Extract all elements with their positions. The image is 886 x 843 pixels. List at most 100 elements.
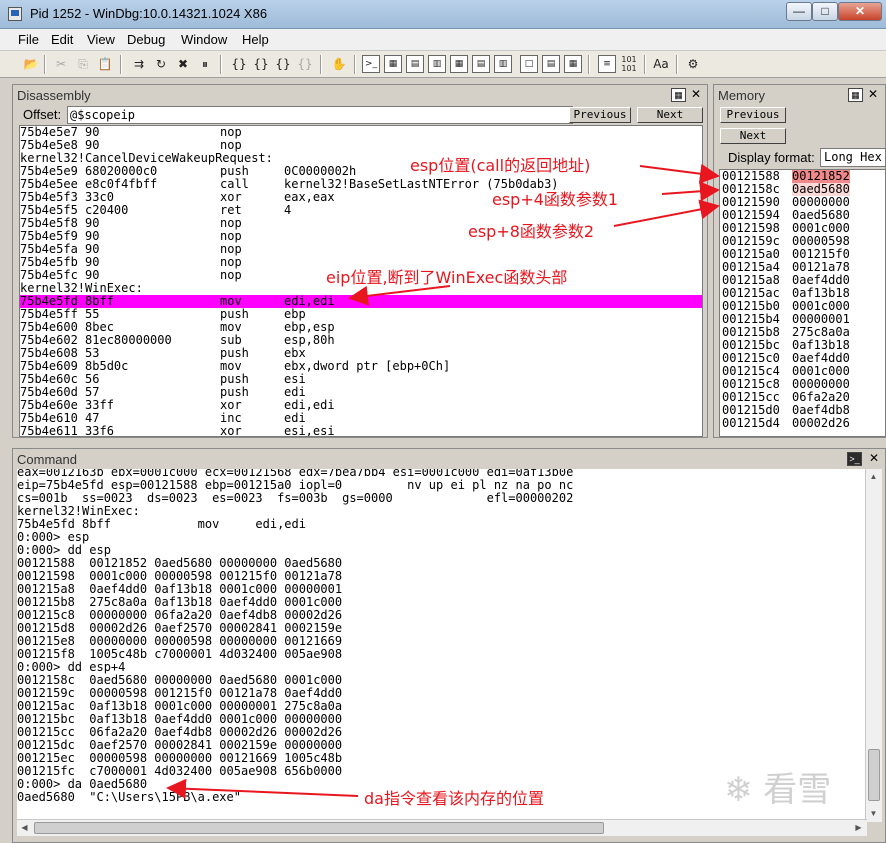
disassembly-line[interactable]: 75b4e5ff 55 push ebp [20,308,702,321]
toolbar-separator [644,55,646,74]
command-horizontal-scrollbar[interactable]: ◀ ▶ [17,819,867,836]
menu-view[interactable]: View [87,32,115,47]
scroll-right-icon[interactable]: ▶ [851,820,866,835]
locals-window-icon[interactable]: ▤ [406,55,424,73]
font-size-icon[interactable]: Aa [652,55,670,73]
disassembly-previous-button[interactable]: Previous [569,107,631,123]
step-into-icon[interactable]: {} [230,55,248,73]
processes-threads-icon[interactable]: ▤ [542,55,560,73]
toolbar: 📂 ✂ ⎘ 📋 ⇉ ↻ ✖ ⏸ {} {} {} {} ✋ >_ ▦ ▤ ▥ ▦… [0,51,886,78]
display-format-label: Display format: [728,150,815,165]
open-folder-icon[interactable]: 📂 [22,55,40,73]
annotation-esp-position: esp位置(call的返回地址) [410,156,591,175]
command-output-line: 001215f8 1005c48b c7000001 4d032400 005a… [17,648,869,661]
memory-previous-button[interactable]: Previous [720,107,786,123]
disassembly-line[interactable]: 75b4e610 47 inc edi [20,412,702,425]
mnemonic: xor [220,424,242,437]
options-icon[interactable]: ⚙ [684,55,702,73]
watch-window-icon[interactable]: ▦ [384,55,402,73]
memory-value: 00002d26 [792,416,850,430]
memory-title: Memory [718,88,765,103]
disassembly-window-icon[interactable]: ▥ [494,55,512,73]
memory-window-icon[interactable]: ▦ [450,55,468,73]
hex-display-icon[interactable]: 101 101 [620,55,638,73]
dock-toggle-icon[interactable]: ▦ [848,88,863,102]
kanxue-watermark-logo: ❄ 看雪 [724,770,832,810]
disassembly-line[interactable]: 75b4e60c 56 push esi [20,373,702,386]
mnemonic: nop [220,268,242,282]
disassembly-line[interactable]: 75b4e60d 57 push edi [20,386,702,399]
windbg-app-icon [8,7,22,21]
annotation-eip-position: eip位置,断到了WinExec函数头部 [326,268,568,287]
maximize-button[interactable]: □ [812,2,838,21]
annotation-esp4: esp+4函数参数1 [492,190,619,209]
cut-icon[interactable]: ✂ [52,55,70,73]
disassembly-line[interactable]: 75b4e5f8 90 nop [20,217,702,230]
annotation-da-command: da指令查看该内存的位置 [364,789,544,808]
registers-window-icon[interactable]: ▥ [428,55,446,73]
breakpoint-hand-icon[interactable]: ✋ [330,55,348,73]
disassembly-line[interactable]: 75b4e60e 33ff xor edi,edi [20,399,702,412]
menu-file[interactable]: File [18,32,39,47]
disassembly-next-button[interactable]: Next [637,107,703,123]
current-instruction-line[interactable]: 75b4e5fd 8bff mov edi,edi [20,295,702,308]
toolbar-separator [354,55,356,74]
close-button[interactable]: ✕ [838,2,882,21]
offset-input[interactable] [67,106,573,124]
restart-icon[interactable]: ↻ [152,55,170,73]
h-scroll-thumb[interactable] [34,822,604,834]
command-header: Command >_ ✕ [13,449,885,469]
scratch-pad-icon[interactable]: □ [520,55,538,73]
scroll-up-icon[interactable]: ▲ [866,469,881,484]
command-vertical-scrollbar[interactable]: ▲ ▼ [865,469,882,822]
call-stack-window-icon[interactable]: ▤ [472,55,490,73]
disassembly-line[interactable]: 75b4e611 33f6 xor esi,esi [20,425,702,437]
watermark-text: 看雪 [763,770,832,810]
disassembly-line[interactable]: 75b4e5e7 90 nop [20,126,702,139]
toolbar-separator [120,55,122,74]
disassembly-line[interactable]: 75b4e5fa 90 nop [20,243,702,256]
toolbar-separator [44,55,46,74]
command-window-icon[interactable]: >_ [362,55,380,73]
address-bytes: 75b4e611 33f6 [20,424,114,437]
scroll-down-icon[interactable]: ▼ [866,806,881,821]
toolbar-separator [588,55,590,74]
stop-debugging-icon[interactable]: ✖ [174,55,192,73]
paste-icon[interactable]: 📋 [96,55,114,73]
copy-icon[interactable]: ⎘ [74,55,92,73]
source-mode-icon[interactable]: ≡ [598,55,616,73]
disassembly-line[interactable]: 75b4e5f9 90 nop [20,230,702,243]
step-out-icon[interactable]: {} [274,55,292,73]
memory-close-icon[interactable]: ✕ [866,87,880,101]
break-icon[interactable]: ⏸ [196,55,214,73]
title-bar: Pid 1252 - WinDbg:10.0.14321.1024 X86 — … [0,0,886,29]
menu-debug[interactable]: Debug [127,32,165,47]
disassembly-header: Disassembly ▦ ✕ [13,85,707,105]
memory-row[interactable]: 001215d4 00002d26 [720,417,885,430]
menu-window[interactable]: Window [181,32,227,47]
memory-address: 001215d4 [722,416,780,430]
dock-toggle-icon[interactable]: ▦ [671,88,686,102]
toolbar-separator [676,55,678,74]
offset-label: Offset: [23,107,62,122]
display-format-select[interactable]: Long Hex [820,148,886,167]
memory-pane: Memory ▦ ✕ Previous Next Display format:… [713,84,886,438]
go-icon[interactable]: ⇉ [130,55,148,73]
run-to-cursor-icon[interactable]: {} [296,55,314,73]
scroll-left-icon[interactable]: ◀ [17,820,32,835]
memory-view[interactable]: 00121588 00121852 0012158c 0aed5680 00121590… [719,169,886,437]
menu-help[interactable]: Help [242,32,269,47]
disassembly-line[interactable]: 75b4e602 81ec80000000 sub esp,80h [20,334,702,347]
scroll-thumb[interactable] [868,749,880,801]
font-icon[interactable]: ▦ [564,55,582,73]
window-title: Pid 1252 - WinDbg:10.0.14321.1024 X86 [30,6,268,21]
menu-edit[interactable]: Edit [51,32,73,47]
command-window-icon[interactable]: >_ [847,452,862,466]
step-over-icon[interactable]: {} [252,55,270,73]
disassembly-close-icon[interactable]: ✕ [689,87,703,101]
minimize-button[interactable]: — [786,2,812,21]
disassembly-line[interactable]: 75b4e609 8b5d0c mov ebx,dword ptr [ebp+0Ch… [20,360,702,373]
toolbar-separator [320,55,322,74]
command-close-icon[interactable]: ✕ [867,451,881,465]
memory-next-button[interactable]: Next [720,128,786,144]
